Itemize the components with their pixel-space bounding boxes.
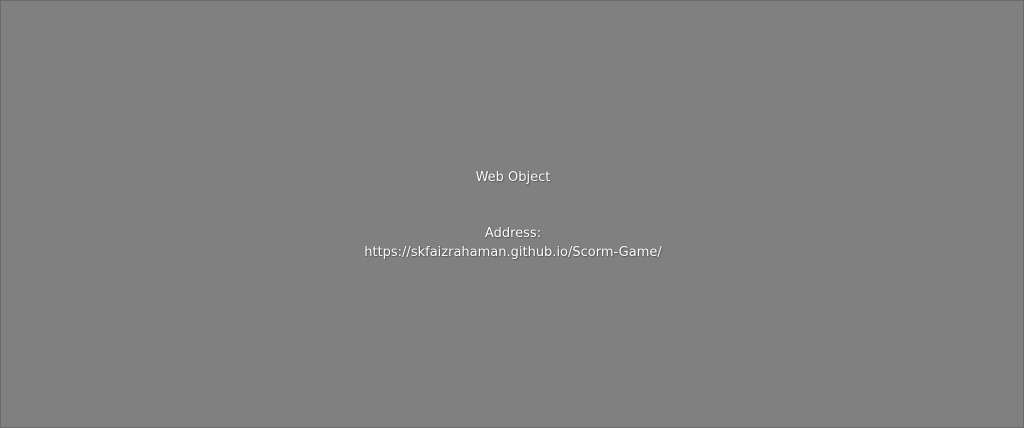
web-object-placeholder: Web Object Address: https://skfaizrahama…	[0, 0, 1024, 428]
address-value: https://skfaizrahaman.github.io/Scorm-Ga…	[364, 245, 662, 260]
address-label: Address:	[484, 226, 542, 241]
web-object-title: Web Object	[475, 170, 551, 185]
